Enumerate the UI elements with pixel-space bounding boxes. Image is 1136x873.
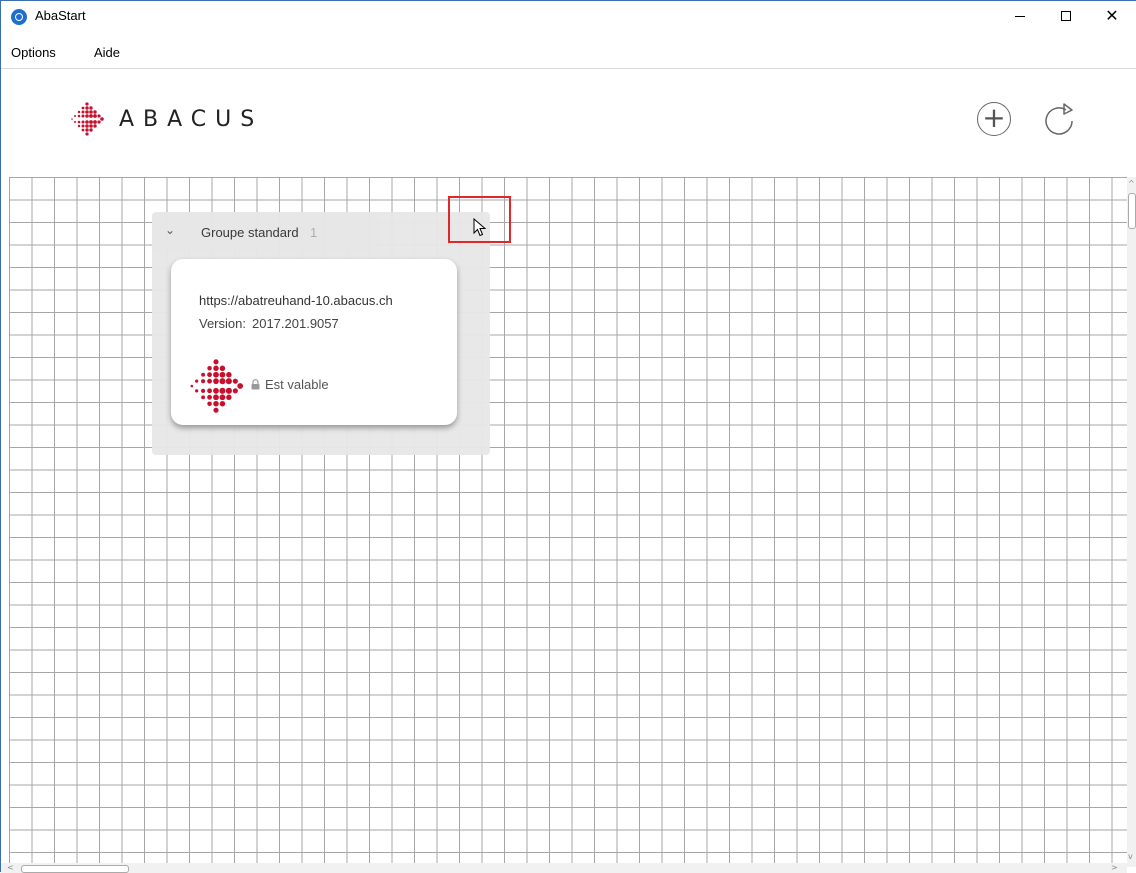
abastart-window: AbaStart ✕ Options Aide ABACUS + ⌄ Group… [0, 0, 1136, 873]
window-title: AbaStart [35, 8, 86, 23]
refresh-icon[interactable] [1039, 100, 1079, 140]
plus-icon: + [982, 100, 1006, 134]
connection-version: Version: 2017.201.9057 [199, 316, 339, 331]
group-title: Groupe standard [201, 225, 299, 240]
close-button[interactable]: ✕ [1089, 1, 1135, 31]
minimize-icon [1015, 15, 1025, 17]
add-connection-button[interactable]: + [977, 102, 1011, 136]
app-icon [11, 9, 27, 25]
close-icon: ✕ [1105, 6, 1119, 25]
connection-card[interactable]: https://abatreuhand-10.abacus.ch Version… [171, 259, 457, 425]
scroll-left-icon[interactable]: < [7, 863, 14, 872]
abacus-logo-icon [71, 102, 104, 136]
connection-url: https://abatreuhand-10.abacus.ch [199, 293, 393, 308]
connection-status: Est valable [265, 377, 329, 392]
menu-options[interactable]: Options [11, 45, 56, 60]
connection-grid-canvas[interactable]: ⌄ Groupe standard 1 https://abatreuhand-… [9, 177, 1127, 867]
scroll-up-icon[interactable]: ^ [1128, 179, 1135, 188]
group-count: 1 [310, 225, 318, 240]
abacus-wordmark: ABACUS [119, 107, 264, 132]
version-label: Version: [199, 316, 246, 331]
lock-icon [251, 379, 260, 390]
chevron-down-icon[interactable]: ⌄ [165, 223, 175, 237]
version-value: 2017.201.9057 [251, 316, 339, 331]
vertical-scroll-thumb[interactable] [1128, 193, 1136, 229]
maximize-icon [1061, 11, 1071, 21]
maximize-button[interactable] [1043, 1, 1089, 31]
vertical-scrollbar[interactable] [1127, 177, 1136, 867]
title-bar: AbaStart ✕ [1, 1, 1136, 31]
app-header: ABACUS + [1, 69, 1136, 177]
abacus-logo-icon [190, 359, 244, 413]
menu-aide[interactable]: Aide [94, 45, 120, 60]
scroll-down-icon[interactable]: v [1128, 852, 1133, 861]
minimize-button[interactable] [997, 1, 1043, 31]
scroll-right-icon[interactable]: > [1111, 863, 1118, 872]
mouse-cursor-icon [473, 218, 487, 237]
